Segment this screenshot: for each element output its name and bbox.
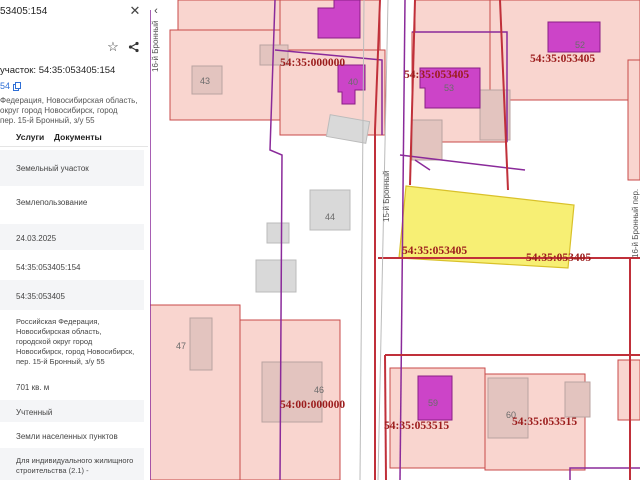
building (411, 119, 443, 161)
parcel (627, 59, 640, 181)
field-value: Земельный участок (16, 164, 89, 173)
collapse-panel-icon[interactable]: ‹ (150, 4, 162, 18)
quarter-label: 54:35:053405 (526, 252, 591, 264)
field-value: строительства (2.1) - (16, 466, 89, 475)
building (487, 377, 529, 439)
field-value: 54:35:053405 (16, 292, 65, 301)
field-value: Российская Федерация, (16, 317, 100, 326)
address-line: пер. 15-й Бронный, з/у 55 (0, 116, 95, 125)
quarter-label: 54:35:053515 (512, 416, 577, 428)
parcel (414, 0, 501, 33)
copy-icon[interactable] (12, 81, 21, 91)
house-number: 52 (575, 40, 585, 50)
info-panel: 53405:154 ✕ ☆ участок: 54:35:053405:154 … (0, 0, 151, 480)
building (189, 317, 213, 371)
building (309, 189, 351, 231)
quarter-label: 54:35:000000 (280, 57, 345, 69)
house-number: 44 (325, 212, 335, 222)
close-icon[interactable]: ✕ (128, 3, 142, 18)
star-icon[interactable]: ☆ (106, 39, 120, 54)
tabs-divider (0, 146, 148, 147)
quarter-label: 54:35:053515 (384, 420, 449, 432)
street-label: 16-й Бронный (151, 21, 160, 72)
field-value: 24.03.2025 (16, 234, 57, 243)
street-label: 15-й Бронный (382, 171, 391, 222)
field-value: 54:35:053405:154 (16, 263, 81, 272)
house-number: 47 (176, 341, 186, 351)
field-value: Земли населенных пунктов (16, 432, 118, 441)
share-icon[interactable] (127, 40, 141, 54)
field-value: Учтенный (16, 408, 53, 417)
address-line: округ город Новосибирск, город (0, 106, 118, 115)
building (266, 222, 290, 244)
address-line: Федерация, Новосибирская область, (0, 96, 138, 105)
quarter-label: 54:35:053405 (404, 69, 469, 81)
quarter-label: 54:35:053405 (530, 53, 595, 65)
parcel (169, 29, 281, 121)
field-value: Землепользование (16, 198, 88, 207)
parcel-link[interactable]: 54 (0, 81, 10, 91)
field-value: городской округ город (16, 337, 93, 346)
field-value: Новосибирск, город Новосибирск, (16, 347, 135, 356)
parcel-title: участок: 54:35:053405:154 (0, 65, 116, 76)
house-number: 40 (348, 77, 358, 87)
house-number: 53 (444, 83, 454, 93)
field-value: Для индивидуального жилищного (16, 456, 134, 465)
field-value: Новосибирская область, (16, 327, 102, 336)
cadastral-map[interactable]: 40 43 44 47 46 52 53 59 60 54:35:000000 … (150, 0, 640, 480)
building (255, 259, 297, 293)
house-number: 46 (314, 385, 324, 395)
street-label: 16-й Бронный пер. (631, 189, 640, 258)
quarter-label: 54:35:053405 (402, 245, 467, 257)
tab-services[interactable]: Услуги (16, 132, 44, 142)
tab-documents[interactable]: Документы (54, 132, 102, 142)
field-value: 701 кв. м (16, 383, 50, 392)
building (261, 361, 323, 423)
building (564, 381, 591, 418)
panel-header-id: 53405:154 (0, 6, 48, 17)
quarter-label: 54:00:000000 (280, 399, 345, 411)
field-value: пер. 15-й Бронный, з/у 55 (16, 357, 105, 366)
house-number: 59 (428, 398, 438, 408)
house-number: 43 (200, 76, 210, 86)
building-highlighted (547, 21, 601, 53)
